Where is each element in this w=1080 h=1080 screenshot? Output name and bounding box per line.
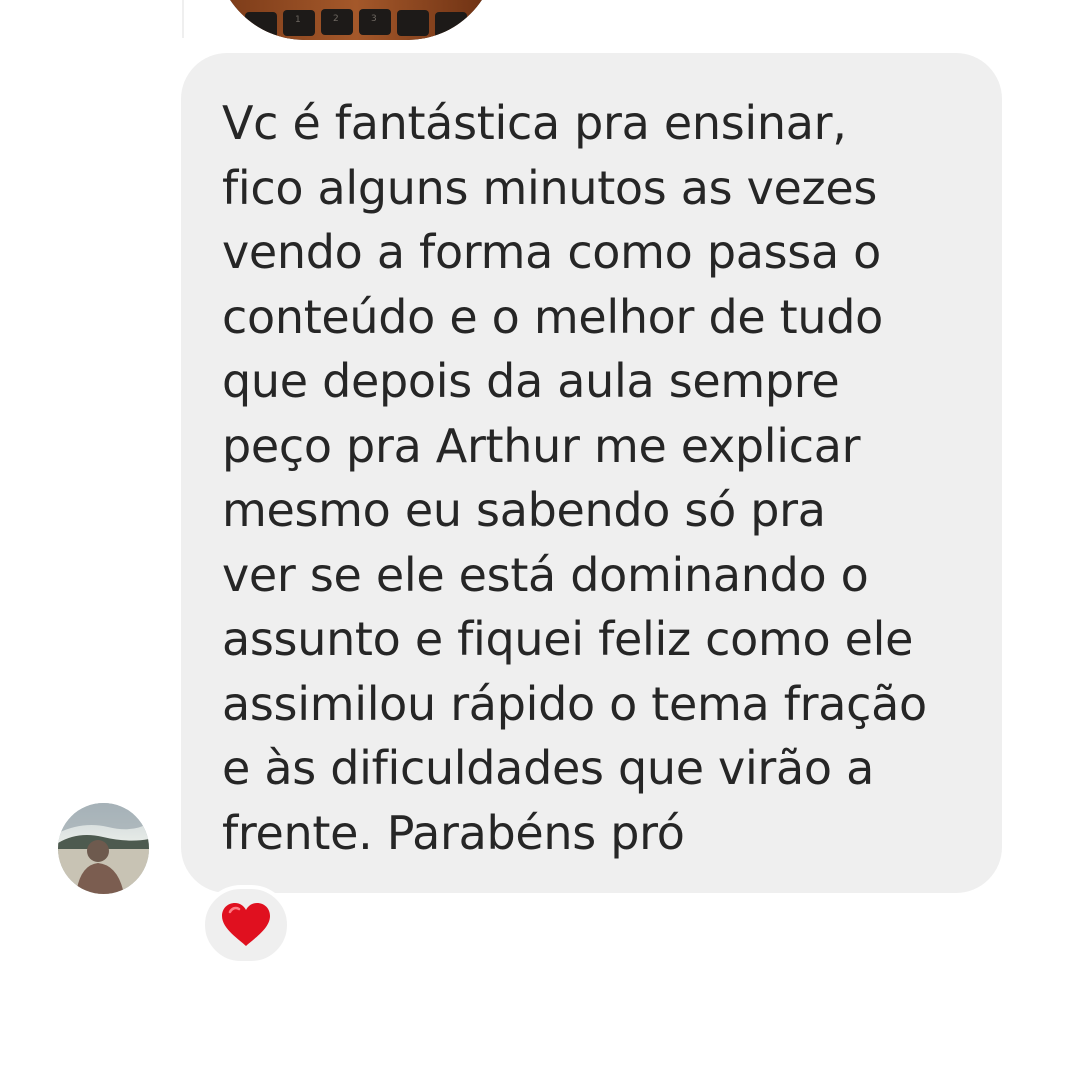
reaction-badge[interactable] xyxy=(201,885,291,965)
photo-thumbnail-icon: 1 2 3 xyxy=(215,0,497,40)
previous-photo-message[interactable]: 1 2 3 xyxy=(215,0,497,40)
svg-text:2: 2 xyxy=(333,14,339,24)
thread-divider xyxy=(182,0,184,38)
message-text: Vc é fantástica pra ensinar, fico alguns… xyxy=(222,96,927,860)
svg-text:1: 1 xyxy=(295,15,301,25)
message-bubble[interactable]: Vc é fantástica pra ensinar, fico alguns… xyxy=(181,53,1002,893)
svg-text:3: 3 xyxy=(371,14,377,24)
sender-avatar[interactable] xyxy=(58,803,149,894)
red-heart-icon xyxy=(222,903,270,946)
profile-avatar-icon xyxy=(58,803,149,894)
